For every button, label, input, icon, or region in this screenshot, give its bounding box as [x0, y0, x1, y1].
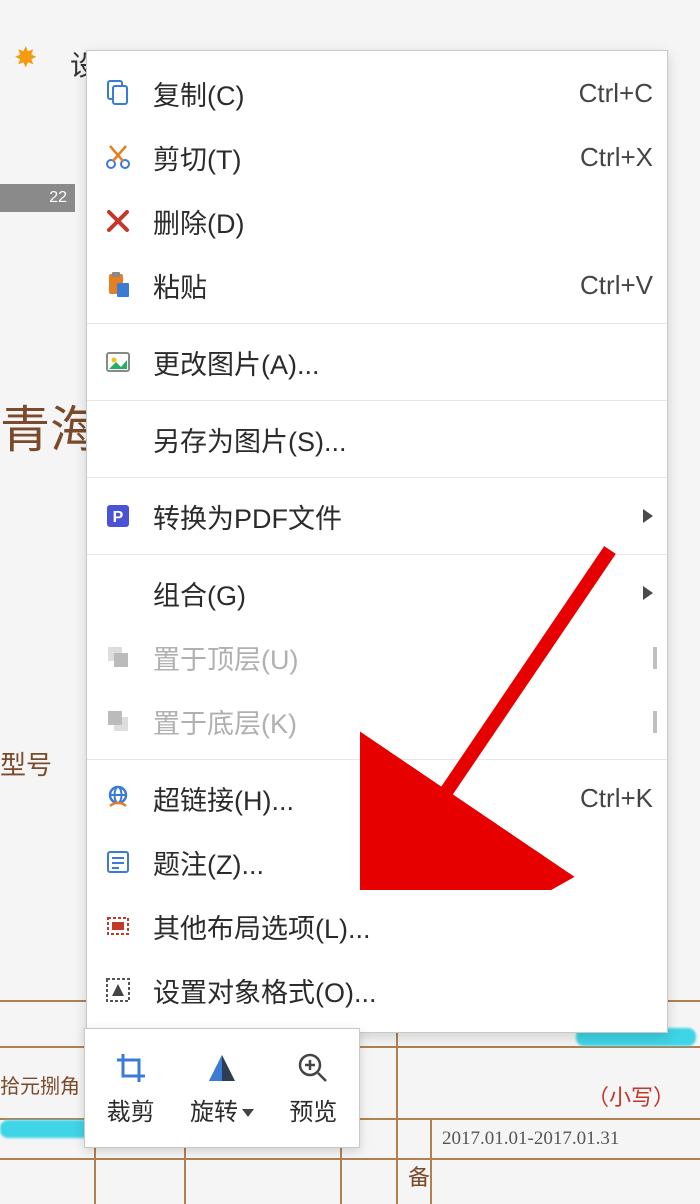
layout-icon — [101, 909, 135, 943]
image-mini-toolbar: 裁剪 旋转 预览 — [84, 1028, 360, 1148]
doc-label-fragment: 型号 — [0, 745, 52, 782]
menu-label: 转换为PDF文件 — [153, 497, 643, 536]
toolbar-label: 预览 — [289, 1092, 337, 1127]
format-object-icon — [101, 973, 135, 1007]
menu-label: 剪切(T) — [153, 138, 580, 177]
doc-xiaoxi-label: （小写） — [587, 1080, 675, 1112]
menu-label: 置于顶层(U) — [153, 638, 653, 677]
submenu-arrow-icon — [643, 586, 653, 600]
submenu-arrow-icon — [643, 509, 653, 523]
pdf-icon: P — [101, 499, 135, 533]
rotate-icon — [204, 1050, 240, 1086]
toolbar-rotate[interactable]: 旋转 — [176, 1029, 267, 1147]
delete-icon — [101, 204, 135, 238]
menu-convert-pdf[interactable]: P 转换为PDF文件 — [87, 484, 667, 548]
menu-caption[interactable]: 题注(Z)... — [87, 830, 667, 894]
menu-separator — [87, 477, 667, 478]
toolbar-crop[interactable]: 裁剪 — [85, 1029, 176, 1147]
menu-label: 另存为图片(S)... — [153, 420, 653, 459]
menu-paste[interactable]: 粘贴 Ctrl+V — [87, 253, 667, 317]
change-image-icon — [101, 345, 135, 379]
hyperlink-icon — [101, 781, 135, 815]
send-back-icon — [101, 704, 135, 738]
menu-label: 设置对象格式(O)... — [153, 971, 653, 1010]
menu-label: 其他布局选项(L)... — [153, 907, 653, 946]
menu-save-as-image[interactable]: 另存为图片(S)... — [87, 407, 667, 471]
menu-format-object[interactable]: 设置对象格式(O)... — [87, 958, 667, 1022]
doc-bei-char: 备 — [408, 1160, 430, 1192]
crop-icon — [113, 1050, 149, 1086]
paste-icon — [101, 268, 135, 302]
menu-layout-options[interactable]: 其他布局选项(L)... — [87, 894, 667, 958]
menu-bring-to-front: 置于顶层(U) — [87, 625, 667, 689]
menu-separator — [87, 323, 667, 324]
doc-amount-text: 拾元捌角 — [0, 1070, 80, 1099]
menu-label: 组合(G) — [153, 574, 643, 613]
menu-label: 复制(C) — [153, 74, 579, 113]
menu-change-image[interactable]: 更改图片(A)... — [87, 330, 667, 394]
context-menu: 复制(C) Ctrl+C 剪切(T) Ctrl+X 删除(D) 粘贴 Ctrl+… — [86, 50, 668, 1033]
split-indicator — [653, 647, 657, 669]
toolbar-label: 裁剪 — [107, 1092, 155, 1127]
scissors-icon — [101, 140, 135, 174]
menu-separator — [87, 759, 667, 760]
menu-label: 超链接(H)... — [153, 779, 580, 818]
dropdown-caret-icon — [242, 1109, 254, 1117]
menu-send-to-back: 置于底层(K) — [87, 689, 667, 753]
blank-icon — [101, 576, 135, 610]
menu-shortcut: Ctrl+V — [580, 270, 653, 301]
menu-label: 删除(D) — [153, 202, 653, 241]
sun-icon — [14, 44, 42, 72]
menu-group[interactable]: 组合(G) — [87, 561, 667, 625]
menu-hyperlink[interactable]: 超链接(H)... Ctrl+K — [87, 766, 667, 830]
blank-icon — [101, 422, 135, 456]
doc-date-range: 2017.01.01-2017.01.31 — [442, 1128, 619, 1150]
menu-shortcut: Ctrl+C — [579, 78, 653, 109]
menu-delete[interactable]: 删除(D) — [87, 189, 667, 253]
zoom-in-icon — [295, 1050, 331, 1086]
split-indicator — [653, 711, 657, 733]
menu-label: 更改图片(A)... — [153, 343, 653, 382]
copy-icon — [101, 76, 135, 110]
bring-front-icon — [101, 640, 135, 674]
menu-separator — [87, 400, 667, 401]
menu-shortcut: Ctrl+K — [580, 783, 653, 814]
menu-label: 题注(Z)... — [153, 843, 653, 882]
toolbar-preview[interactable]: 预览 — [268, 1029, 359, 1147]
caption-icon — [101, 845, 135, 879]
toolbar-label: 旋转 — [190, 1092, 254, 1127]
doc-title-fragment: 青海 — [0, 390, 100, 462]
menu-copy[interactable]: 复制(C) Ctrl+C — [87, 61, 667, 125]
ruler-mark: 22 — [0, 184, 75, 212]
svg-text:P: P — [113, 509, 124, 526]
menu-cut[interactable]: 剪切(T) Ctrl+X — [87, 125, 667, 189]
menu-separator — [87, 554, 667, 555]
menu-label: 置于底层(K) — [153, 702, 653, 741]
menu-label: 粘贴 — [153, 266, 580, 305]
menu-shortcut: Ctrl+X — [580, 142, 653, 173]
